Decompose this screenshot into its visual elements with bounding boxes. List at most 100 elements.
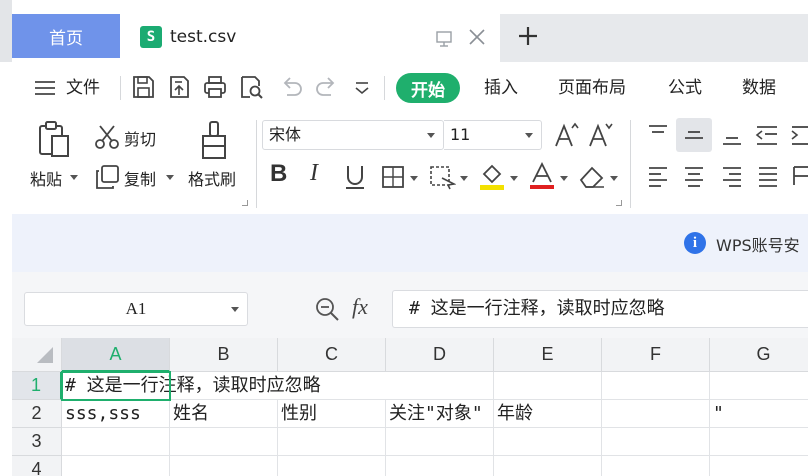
align-center-icon[interactable] bbox=[682, 164, 706, 188]
menu-file[interactable]: 文件 bbox=[66, 74, 100, 102]
new-tab-plus-icon[interactable] bbox=[516, 24, 540, 48]
column-header-c[interactable]: C bbox=[278, 338, 386, 372]
cell-c2[interactable]: 性别 bbox=[278, 400, 386, 428]
borders-icon[interactable] bbox=[380, 164, 406, 190]
clipboard-group-launcher[interactable] bbox=[242, 200, 248, 206]
cell-e3[interactable] bbox=[494, 428, 602, 456]
column-header-f[interactable]: F bbox=[602, 338, 710, 372]
cell-g1[interactable] bbox=[710, 372, 808, 400]
font-name-select[interactable]: 宋体 bbox=[262, 120, 444, 150]
borders-caret[interactable] bbox=[410, 176, 418, 181]
cell-g4[interactable] bbox=[710, 456, 808, 476]
cell-f4[interactable] bbox=[602, 456, 710, 476]
cell-style-icon[interactable] bbox=[428, 164, 456, 190]
row-header-3[interactable]: 3 bbox=[12, 428, 62, 456]
cell-d1[interactable] bbox=[386, 372, 494, 400]
row-header-4[interactable]: 4 bbox=[12, 456, 62, 476]
format-painter-icon[interactable] bbox=[198, 120, 230, 160]
cell-d3[interactable] bbox=[386, 428, 494, 456]
fill-color-caret[interactable] bbox=[510, 176, 518, 181]
italic-icon[interactable]: I bbox=[310, 160, 318, 187]
menu-tab-data[interactable]: 数据 bbox=[742, 74, 776, 102]
column-header-b[interactable]: B bbox=[170, 338, 278, 372]
cell-style-caret[interactable] bbox=[460, 176, 468, 181]
insert-function-icon[interactable]: fx bbox=[352, 294, 368, 320]
align-right-icon[interactable] bbox=[720, 164, 744, 188]
font-color-caret[interactable] bbox=[560, 176, 568, 181]
tab-test-csv[interactable]: S test.csv bbox=[126, 14, 500, 62]
menu-tab-insert[interactable]: 插入 bbox=[484, 74, 518, 102]
justify-icon[interactable] bbox=[756, 164, 780, 188]
menu-tab-formulas[interactable]: 公式 bbox=[668, 74, 702, 102]
cell-g2[interactable]: " bbox=[710, 400, 808, 428]
fill-color-icon[interactable] bbox=[478, 162, 506, 192]
cut-label[interactable]: 剪切 bbox=[124, 126, 156, 150]
paste-icon[interactable] bbox=[36, 120, 72, 158]
decrease-font-size-icon[interactable] bbox=[588, 122, 614, 148]
bold-icon[interactable]: B bbox=[270, 160, 287, 188]
cell-a3[interactable] bbox=[62, 428, 170, 456]
row-header-1[interactable]: 1 bbox=[12, 372, 62, 400]
cell-a4[interactable] bbox=[62, 456, 170, 476]
cell-f1[interactable] bbox=[602, 372, 710, 400]
eraser-caret[interactable] bbox=[610, 176, 618, 181]
column-header-g[interactable]: G bbox=[710, 338, 808, 372]
column-header-a[interactable]: A bbox=[62, 338, 170, 372]
decrease-indent-icon[interactable] bbox=[754, 124, 780, 148]
column-header-e[interactable]: E bbox=[494, 338, 602, 372]
cell-b4[interactable] bbox=[170, 456, 278, 476]
paste-dropdown-caret[interactable] bbox=[70, 175, 78, 180]
align-left-icon[interactable] bbox=[646, 164, 670, 188]
align-bottom-icon[interactable] bbox=[720, 124, 744, 148]
pin-window-icon[interactable] bbox=[434, 28, 454, 48]
font-group-launcher[interactable] bbox=[616, 200, 622, 206]
row-header-2[interactable]: 2 bbox=[12, 400, 62, 428]
cell-e1[interactable] bbox=[494, 372, 602, 400]
cell-b2[interactable]: 姓名 bbox=[170, 400, 278, 428]
cell-c3[interactable] bbox=[278, 428, 386, 456]
redo-icon[interactable] bbox=[314, 74, 340, 100]
undo-icon[interactable] bbox=[278, 74, 304, 100]
print-icon[interactable] bbox=[202, 74, 228, 100]
cell-b3[interactable] bbox=[170, 428, 278, 456]
print-preview-icon[interactable] bbox=[238, 74, 264, 100]
scissors-icon[interactable] bbox=[94, 124, 120, 150]
cell-e2[interactable]: 年龄 bbox=[494, 400, 602, 428]
align-middle-button[interactable] bbox=[676, 118, 712, 152]
copy-dropdown-caret[interactable] bbox=[166, 175, 174, 180]
cell-d2[interactable]: 关注"对象" bbox=[386, 400, 494, 428]
eraser-icon[interactable] bbox=[578, 164, 606, 190]
select-all-corner[interactable] bbox=[12, 338, 62, 372]
column-header-d[interactable]: D bbox=[386, 338, 494, 372]
format-painter-label[interactable]: 格式刷 bbox=[188, 166, 236, 190]
increase-font-size-icon[interactable] bbox=[554, 122, 580, 148]
menu-tab-page-layout[interactable]: 页面布局 bbox=[558, 74, 626, 102]
menu-tab-start[interactable]: 开始 bbox=[396, 73, 460, 103]
close-tab-icon[interactable] bbox=[466, 26, 488, 48]
cell-g3[interactable] bbox=[710, 428, 808, 456]
cell-f2[interactable] bbox=[602, 400, 710, 428]
cell-f3[interactable] bbox=[602, 428, 710, 456]
font-size-select[interactable]: 11 bbox=[444, 120, 542, 150]
cell-e4[interactable] bbox=[494, 456, 602, 476]
export-pdf-icon[interactable] bbox=[166, 74, 192, 100]
hamburger-menu-icon[interactable] bbox=[34, 79, 56, 97]
increase-indent-icon[interactable] bbox=[790, 124, 808, 148]
copy-label[interactable]: 复制 bbox=[124, 166, 156, 190]
cell-d4[interactable] bbox=[386, 456, 494, 476]
quick-access-dropdown-icon[interactable] bbox=[352, 78, 372, 98]
formula-input[interactable]: # 这是一行注释，读取时应忽略 bbox=[392, 290, 808, 328]
cell-c4[interactable] bbox=[278, 456, 386, 476]
copy-icon[interactable] bbox=[94, 164, 120, 190]
paste-label[interactable]: 粘贴 bbox=[30, 166, 62, 190]
tab-home[interactable]: 首页 bbox=[12, 14, 120, 58]
zoom-icon[interactable] bbox=[314, 296, 340, 322]
banner-text[interactable]: WPS账号安 bbox=[716, 232, 800, 256]
font-color-icon[interactable] bbox=[528, 162, 556, 192]
align-top-icon[interactable] bbox=[646, 122, 670, 146]
save-icon[interactable] bbox=[130, 74, 156, 100]
cell-a2[interactable]: sss,sss bbox=[62, 400, 170, 428]
name-box[interactable]: A1 bbox=[24, 292, 248, 326]
underline-icon[interactable] bbox=[342, 164, 368, 190]
distributed-align-icon[interactable] bbox=[792, 164, 808, 188]
